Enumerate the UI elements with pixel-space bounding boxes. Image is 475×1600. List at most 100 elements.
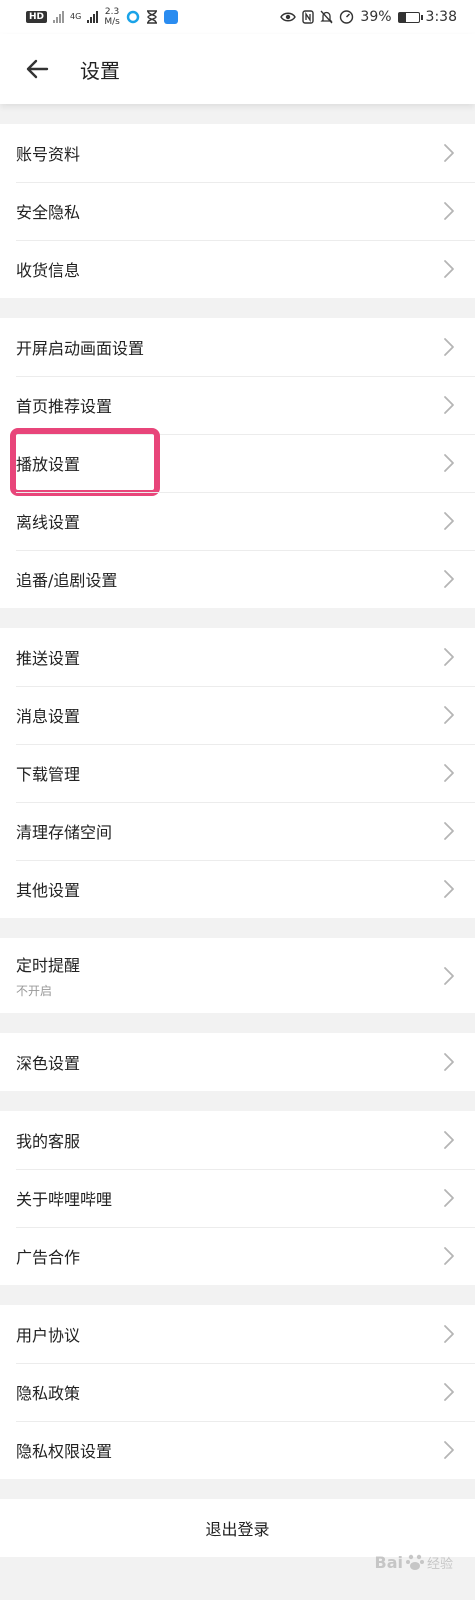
settings-row[interactable]: 隐私权限设置 — [0, 1421, 475, 1479]
settings-row-text: 消息设置 — [16, 703, 443, 727]
settings-row-text: 账号资料 — [16, 141, 443, 165]
page-title: 设置 — [80, 58, 120, 83]
chevron-right-icon — [444, 1383, 454, 1401]
settings-row[interactable]: 关于哔哩哔哩 — [0, 1169, 475, 1227]
chevron-right-icon — [444, 570, 454, 588]
back-arrow-icon — [26, 59, 49, 79]
settings-row-text: 离线设置 — [16, 509, 443, 533]
speed-value: 2.3 — [104, 7, 120, 17]
settings-row-label: 关于哔哩哔哩 — [16, 1190, 113, 1209]
settings-row[interactable]: 安全隐私 — [0, 182, 475, 240]
chevron-right-icon — [444, 648, 454, 666]
hd-badge: HD — [26, 11, 48, 23]
settings-row-text: 收货信息 — [16, 257, 443, 281]
settings-row-label: 账号资料 — [16, 145, 81, 164]
settings-row-label: 清理存储空间 — [16, 823, 113, 842]
settings-group: 用户协议隐私政策隐私权限设置 — [0, 1305, 475, 1479]
settings-row[interactable]: 我的客服 — [0, 1111, 475, 1169]
app-badge-icon — [163, 10, 178, 24]
battery-icon — [397, 11, 423, 23]
settings-row-text: 定时提醒 不开启 — [16, 952, 443, 999]
settings-row-label: 收货信息 — [16, 261, 81, 280]
settings-row-text: 开屏启动画面设置 — [16, 335, 443, 359]
sim2-signal-icon — [87, 11, 99, 23]
hourglass-icon — [146, 10, 157, 24]
settings-group: 账号资料安全隐私收货信息 — [0, 124, 475, 298]
chevron-right-icon — [444, 966, 454, 985]
settings-row[interactable]: 离线设置 — [0, 492, 475, 550]
settings-row-label: 定时提醒 — [16, 956, 81, 975]
settings-row[interactable]: 首页推荐设置 — [0, 376, 475, 434]
settings-row[interactable]: 下载管理 — [0, 744, 475, 802]
settings-row[interactable]: 播放设置 — [0, 428, 475, 496]
settings-row[interactable]: 账号资料 — [0, 124, 475, 182]
settings-row[interactable]: 广告合作 — [0, 1227, 475, 1285]
settings-list: 账号资料安全隐私收货信息开屏启动画面设置 首页推荐设置 播放设置离线设置追番/追剧设… — [0, 104, 475, 1479]
watermark-brand: Bai — [374, 1552, 403, 1572]
settings-row-label: 追番/追剧设置 — [16, 571, 118, 590]
settings-row-label: 广告合作 — [16, 1248, 81, 1267]
chevron-right-icon — [444, 1247, 454, 1265]
logout-button[interactable]: 退出登录 — [0, 1499, 475, 1557]
settings-row-text: 播放设置 — [16, 451, 443, 475]
settings-row[interactable]: 推送设置 — [0, 628, 475, 686]
settings-row-label: 推送设置 — [16, 649, 81, 668]
settings-row-label: 隐私权限设置 — [16, 1442, 113, 1461]
settings-row[interactable]: 收货信息 — [0, 240, 475, 298]
sim1-signal-icon — [53, 11, 65, 23]
nfc-icon — [302, 10, 315, 24]
settings-row-text: 推送设置 — [16, 645, 443, 669]
settings-row-text: 追番/追剧设置 — [16, 567, 443, 591]
settings-row-text: 下载管理 — [16, 761, 443, 785]
settings-row-text: 广告合作 — [16, 1244, 443, 1268]
settings-row[interactable]: 追番/追剧设置 — [0, 550, 475, 608]
settings-row-label: 开屏启动画面设置 — [16, 339, 145, 358]
settings-row-label: 隐私政策 — [16, 1384, 81, 1403]
settings-row-label: 消息设置 — [16, 707, 81, 726]
settings-row[interactable]: 其他设置 — [0, 860, 475, 918]
settings-row-text: 用户协议 — [16, 1322, 443, 1346]
chevron-right-icon — [444, 1053, 454, 1071]
settings-row[interactable]: 开屏启动画面设置 — [0, 318, 475, 376]
settings-row-label: 用户协议 — [16, 1326, 81, 1345]
settings-row-text: 其他设置 — [16, 877, 443, 901]
settings-row-label: 首页推荐设置 — [16, 397, 113, 416]
settings-row-text: 我的客服 — [16, 1128, 443, 1152]
chevron-right-icon — [444, 144, 454, 162]
settings-row[interactable]: 深色设置 — [0, 1033, 475, 1091]
settings-row-text: 清理存储空间 — [16, 819, 443, 843]
speedometer-icon — [340, 10, 354, 24]
settings-row[interactable]: 消息设置 — [0, 686, 475, 744]
settings-row-label: 我的客服 — [16, 1132, 81, 1151]
settings-group: 深色设置 — [0, 1033, 475, 1091]
settings-row[interactable]: 用户协议 — [0, 1305, 475, 1363]
settings-row-text: 隐私权限设置 — [16, 1438, 443, 1462]
settings-row[interactable]: 清理存储空间 — [0, 802, 475, 860]
app-notification-icon — [126, 10, 140, 24]
chevron-right-icon — [444, 880, 454, 898]
speed-unit: M/s — [104, 17, 120, 27]
chevron-right-icon — [444, 822, 454, 840]
settings-row-label: 播放设置 — [16, 455, 81, 474]
settings-row-label: 其他设置 — [16, 881, 81, 900]
chevron-right-icon — [444, 764, 454, 782]
status-left: HD 4G 2.3 M/s — [26, 7, 178, 27]
battery-percent: 39% — [360, 9, 392, 25]
watermark: Bai 经验 — [375, 1552, 454, 1572]
settings-row[interactable]: 隐私政策 — [0, 1363, 475, 1421]
back-button[interactable] — [22, 54, 52, 84]
settings-group: 开屏启动画面设置 首页推荐设置 播放设置离线设置追番/追剧设置 — [0, 318, 475, 608]
clock: 3:38 — [425, 9, 457, 25]
settings-row-label: 安全隐私 — [16, 203, 81, 222]
chevron-right-icon — [444, 454, 454, 472]
settings-row-label: 下载管理 — [16, 765, 81, 784]
chevron-right-icon — [444, 512, 454, 530]
status-right: 39% 3:38 — [280, 9, 457, 25]
network-speed: 2.3 M/s — [104, 7, 120, 27]
chevron-right-icon — [444, 338, 454, 356]
chevron-right-icon — [444, 202, 454, 220]
settings-row-text: 首页推荐设置 — [16, 393, 443, 417]
app-header: 设置 — [0, 34, 475, 104]
settings-row[interactable]: 定时提醒 不开启 — [0, 938, 475, 1013]
settings-row-text: 安全隐私 — [16, 199, 443, 223]
